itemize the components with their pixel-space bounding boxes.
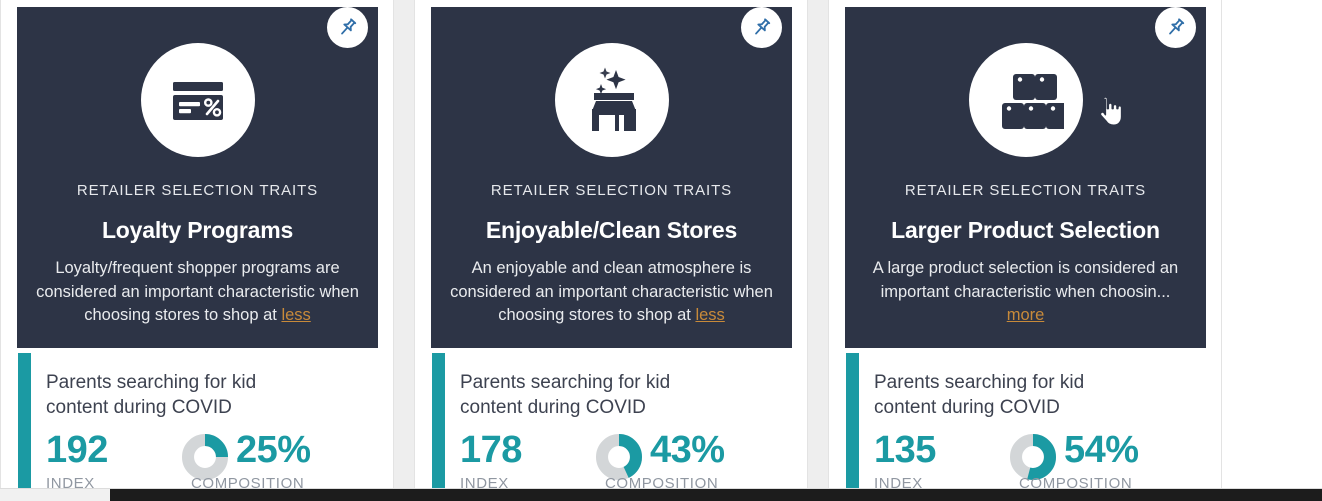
card-inner: RETAILER SELECTION TRAITS Loyalty Progra… [17,7,378,501]
card-kicker: RETAILER SELECTION TRAITS [490,182,733,199]
index-value: 192 [46,428,108,471]
trait-card[interactable]: RETAILER SELECTION TRAITS Enjoyable/Clea… [414,0,808,501]
index-stat: 178 INDEX [460,431,596,492]
card-stats-panel: Parents searching for kid content during… [17,347,378,501]
card-title: Enjoyable/Clean Stores [485,217,738,243]
composition-value: 25% [236,428,311,471]
composition-stat: 25% COMPOSITION [182,431,311,492]
card-header-panel: RETAILER SELECTION TRAITS Enjoyable/Clea… [431,7,792,348]
rail-gutter [394,0,414,489]
trait-card[interactable]: RETAILER SELECTION TRAITS Loyalty Progra… [0,0,394,501]
card-kicker: RETAILER SELECTION TRAITS [76,182,319,199]
accent-bar [846,352,859,499]
composition-donut-chart [182,433,228,480]
stat-row: 192 INDEX 25% COMPOSITION [46,431,362,492]
card-title: Loyalty Programs [101,217,294,243]
card-header-panel: RETAILER SELECTION TRAITS Loyalty Progra… [17,7,378,348]
card-title: Larger Product Selection [891,217,1160,243]
composition-value: 54% [1064,428,1139,471]
pushpin-icon [1164,16,1187,39]
card-description: An enjoyable and clean atmosphere is con… [447,257,776,327]
card-carousel-viewport: RETAILER SELECTION TRAITS Loyalty Progra… [0,0,1322,501]
composition-stat: 43% COMPOSITION [596,431,725,492]
pushpin-icon [750,16,773,39]
card-inner: RETAILER SELECTION TRAITS Larger Product… [845,7,1206,501]
composition-stat: 54% COMPOSITION [1010,431,1139,492]
card-header-panel: RETAILER SELECTION TRAITS Larger Product… [845,7,1206,348]
composition-value: 43% [650,428,725,471]
composition-text: 54% COMPOSITION [1019,428,1139,492]
index-stat: 192 INDEX [46,431,182,492]
card-description: Loyalty/frequent shopper programs are co… [33,257,362,327]
accent-bar [18,352,31,499]
card-stats-panel: Parents searching for kid content during… [845,347,1206,501]
card-rail: RETAILER SELECTION TRAITS Loyalty Progra… [0,0,1322,501]
pin-button[interactable] [741,7,782,48]
composition-text: 43% COMPOSITION [605,428,725,492]
trait-icon-circle [968,43,1083,157]
stat-row: 178 INDEX 43% COMPOSITION [460,431,776,492]
description-toggle-link[interactable]: less [695,306,724,324]
stat-heading: Parents searching for kid content during… [460,371,671,419]
product-tags-icon [988,62,1064,138]
description-toggle-link[interactable]: less [281,306,310,324]
composition-donut-chart [596,433,642,480]
horizontal-scrollbar-track[interactable] [0,488,1322,501]
composition-text: 25% COMPOSITION [191,428,311,492]
card-description: A large product selection is considered … [861,257,1190,327]
stat-heading: Parents searching for kid content during… [874,371,1085,419]
sparkling-store-icon [575,63,649,137]
description-toggle-link[interactable]: more [1007,306,1045,324]
pushpin-icon [336,16,359,39]
loyalty-card-percent-icon [162,64,234,136]
trait-icon-circle [554,43,669,157]
card-stats-panel: Parents searching for kid content during… [431,347,792,501]
stat-heading: Parents searching for kid content during… [46,371,257,419]
stat-row: 135 INDEX 54% COMPOSITION [874,431,1190,492]
horizontal-scrollbar-thumb[interactable] [110,489,1322,501]
card-description-text: A large product selection is considered … [872,259,1179,301]
trait-card[interactable]: RETAILER SELECTION TRAITS Larger Product… [828,0,1222,501]
card-kicker: RETAILER SELECTION TRAITS [904,182,1147,199]
composition-donut-chart [1010,433,1056,480]
pin-button[interactable] [327,7,368,48]
rail-gutter [808,0,828,489]
card-inner: RETAILER SELECTION TRAITS Enjoyable/Clea… [431,7,792,501]
index-stat: 135 INDEX [874,431,1010,492]
index-value: 178 [460,428,522,471]
index-value: 135 [874,428,936,471]
accent-bar [432,352,445,499]
pin-button[interactable] [1155,7,1196,48]
trait-icon-circle [140,43,255,157]
